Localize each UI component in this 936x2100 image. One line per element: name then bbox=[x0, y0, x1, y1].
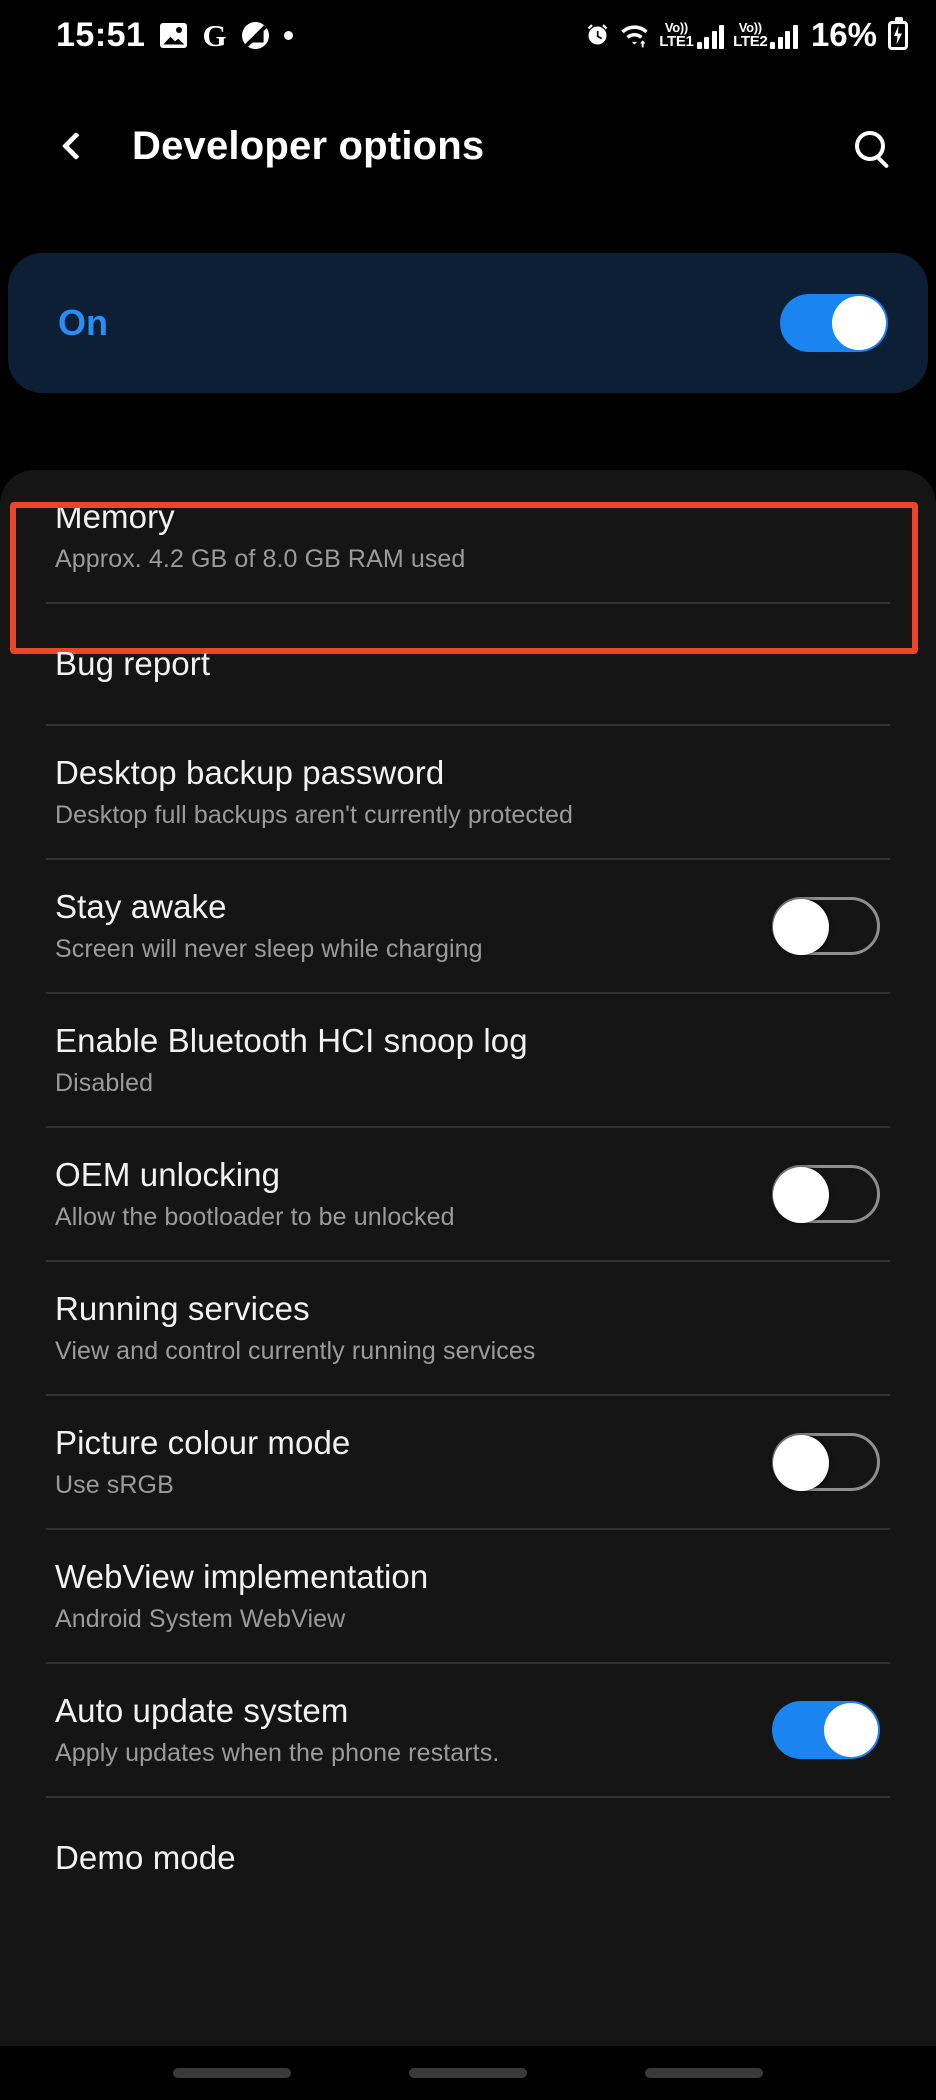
mute-icon bbox=[241, 21, 269, 49]
settings-row-title: Auto update system bbox=[55, 1692, 349, 1729]
nav-pill-back[interactable] bbox=[645, 2068, 763, 2078]
master-toggle-label: On bbox=[58, 302, 108, 343]
toggle-knob bbox=[773, 1434, 829, 1491]
settings-row[interactable]: Desktop backup password Desktop full back… bbox=[0, 726, 936, 858]
gallery-icon bbox=[160, 22, 188, 48]
sim1-signal-group: Vo)) LTE1 bbox=[659, 20, 725, 50]
settings-row-subtitle: View and control currently running servi… bbox=[55, 1337, 536, 1365]
back-button[interactable] bbox=[48, 118, 104, 174]
settings-row-title: OEM unlocking bbox=[55, 1156, 281, 1193]
status-bar: 15:51 G Vo)) LTE1 Vo)) LTE2 16% bbox=[0, 0, 936, 70]
settings-row-texts: Desktop backup password Desktop full back… bbox=[55, 726, 573, 858]
sim1-signal-bars bbox=[696, 25, 725, 49]
status-bar-left: 15:51 G bbox=[56, 16, 293, 55]
page-title: Developer options bbox=[132, 123, 485, 168]
app-bar: Developer options bbox=[0, 92, 936, 200]
settings-row-texts: Picture colour mode Use sRGB bbox=[55, 1396, 350, 1528]
settings-row-texts: OEM unlocking Allow the bootloader to be … bbox=[55, 1128, 455, 1260]
nav-pill-recents[interactable] bbox=[173, 2068, 291, 2078]
settings-row-subtitle: Approx. 4.2 GB of 8.0 GB RAM used bbox=[55, 545, 466, 573]
sim2-signal-group: Vo)) LTE2 bbox=[733, 21, 798, 49]
settings-row-subtitle: Screen will never sleep while charging bbox=[55, 935, 483, 963]
settings-row-subtitle: Disabled bbox=[55, 1069, 154, 1097]
status-bar-clock: 15:51 bbox=[56, 15, 146, 54]
wifi-icon bbox=[620, 22, 650, 48]
settings-row-title: WebView implementation bbox=[55, 1558, 429, 1595]
sim1-network-label: Vo)) LTE1 bbox=[659, 20, 694, 50]
settings-row-texts: WebView implementation Android System Web… bbox=[55, 1530, 428, 1662]
navigation-bar bbox=[0, 2046, 936, 2100]
settings-row[interactable]: Memory Approx. 4.2 GB of 8.0 GB RAM used bbox=[0, 470, 936, 654]
toggle-knob bbox=[832, 296, 886, 350]
settings-row[interactable]: Stay awake Screen will never sleep while … bbox=[0, 860, 936, 992]
nav-pill-home[interactable] bbox=[409, 2068, 527, 2078]
sim2-network-label: Vo)) LTE2 bbox=[733, 20, 768, 50]
settings-row-texts: Enable Bluetooth HCI snoop log Disabled bbox=[55, 994, 528, 1126]
settings-row[interactable]: OEM unlocking Allow the bootloader to be … bbox=[0, 1128, 936, 1260]
settings-row-subtitle: Use sRGB bbox=[55, 1471, 174, 1499]
settings-row-title: Demo mode bbox=[55, 1839, 236, 1876]
settings-row-toggle[interactable] bbox=[772, 1433, 880, 1491]
developer-options-master-toggle-card[interactable]: On bbox=[8, 253, 928, 393]
phone-screen: 15:51 G Vo)) LTE1 Vo)) LTE2 16% Develope… bbox=[0, 0, 936, 2100]
settings-row-subtitle: Allow the bootloader to be unlocked bbox=[55, 1203, 455, 1231]
alarm-icon bbox=[584, 22, 611, 49]
settings-row[interactable]: Bug report bbox=[0, 604, 936, 724]
sim2-signal-bars bbox=[770, 25, 798, 49]
settings-row-texts: Demo mode bbox=[55, 1811, 236, 1905]
settings-row[interactable]: WebView implementation Android System Web… bbox=[0, 1530, 936, 1662]
settings-row-title: Bug report bbox=[55, 645, 211, 682]
settings-row-texts: Memory Approx. 4.2 GB of 8.0 GB RAM used bbox=[55, 470, 465, 602]
toggle-knob bbox=[773, 898, 829, 955]
google-icon: G bbox=[202, 17, 227, 53]
settings-row-title: Running services bbox=[55, 1290, 310, 1327]
search-icon bbox=[855, 131, 885, 161]
toggle-knob bbox=[773, 1166, 829, 1223]
settings-row[interactable]: Enable Bluetooth HCI snoop log Disabled bbox=[0, 994, 936, 1126]
settings-row[interactable]: Picture colour mode Use sRGB bbox=[0, 1396, 936, 1528]
settings-row-subtitle: Apply updates when the phone restarts. bbox=[55, 1739, 500, 1767]
settings-row-toggle[interactable] bbox=[772, 1165, 880, 1223]
settings-row-toggle[interactable] bbox=[772, 897, 880, 955]
settings-list: Memory Approx. 4.2 GB of 8.0 GB RAM used B… bbox=[0, 470, 936, 2078]
settings-row-texts: Running services View and control current… bbox=[55, 1262, 535, 1394]
settings-row-toggle[interactable] bbox=[772, 1701, 880, 1759]
settings-row-title: Picture colour mode bbox=[55, 1424, 351, 1461]
settings-row-title: Enable Bluetooth HCI snoop log bbox=[55, 1022, 528, 1059]
dot-icon bbox=[283, 30, 293, 40]
settings-row[interactable]: Running services View and control current… bbox=[0, 1262, 936, 1394]
settings-row[interactable]: Demo mode bbox=[0, 1798, 936, 1918]
search-button[interactable] bbox=[840, 116, 900, 176]
battery-charging-icon bbox=[886, 16, 908, 50]
status-bar-right: Vo)) LTE1 Vo)) LTE2 16% bbox=[584, 16, 908, 54]
settings-row-texts: Stay awake Screen will never sleep while … bbox=[55, 860, 483, 992]
settings-row[interactable]: Auto update system Apply updates when the… bbox=[0, 1664, 936, 1796]
settings-row-subtitle: Android System WebView bbox=[55, 1605, 346, 1633]
master-toggle-switch[interactable] bbox=[780, 294, 888, 352]
settings-row-texts: Auto update system Apply updates when the… bbox=[55, 1664, 499, 1796]
settings-row-title: Desktop backup password bbox=[55, 754, 445, 791]
back-chevron-icon bbox=[61, 131, 91, 161]
settings-row-title: Stay awake bbox=[55, 888, 227, 925]
settings-row-subtitle: Desktop full backups aren't currently pr… bbox=[55, 801, 574, 829]
toggle-knob bbox=[824, 1703, 878, 1757]
settings-row-title: Memory bbox=[55, 498, 175, 535]
battery-percentage: 16% bbox=[810, 16, 877, 53]
settings-row-texts: Bug report bbox=[55, 617, 210, 711]
